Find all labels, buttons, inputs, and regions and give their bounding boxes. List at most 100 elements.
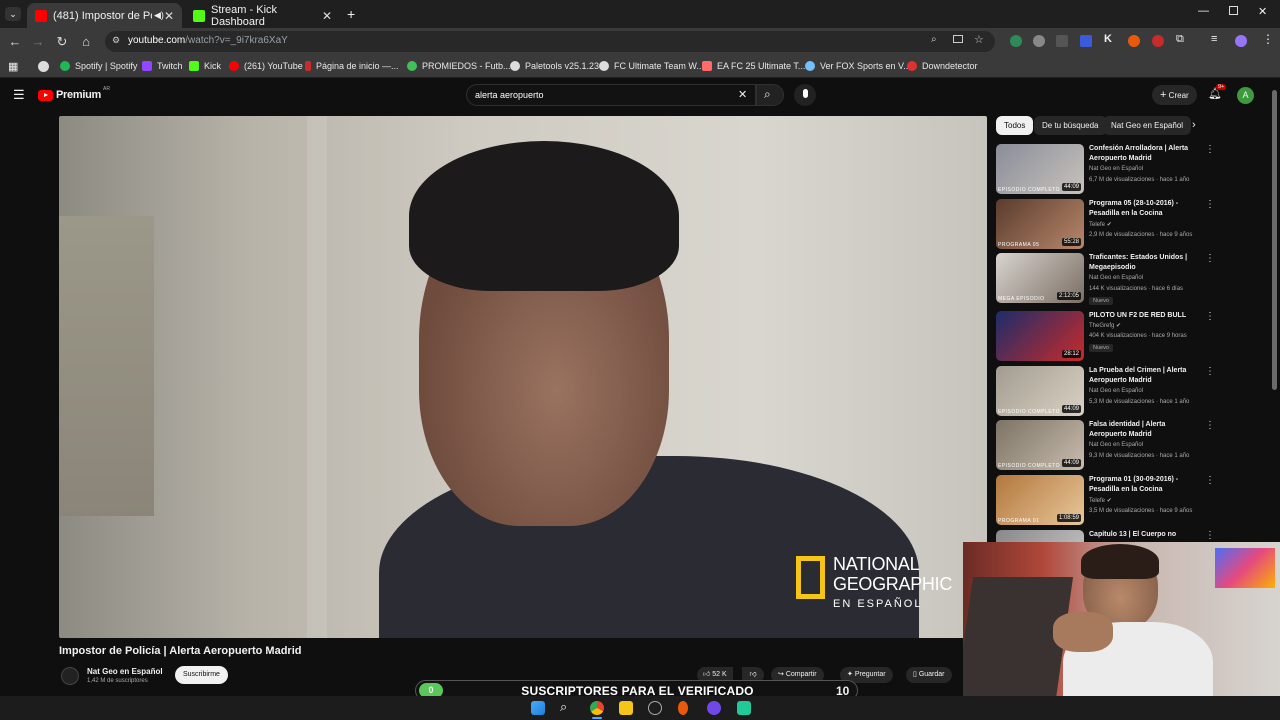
- bookmark-spotify[interactable]: Spotify | Spotify: [60, 61, 137, 71]
- more-options-icon[interactable]: ⋮: [1205, 199, 1215, 210]
- reload-icon[interactable]: ↻: [54, 34, 70, 50]
- tab-kick[interactable]: Stream - Kick Dashboard ✕: [185, 3, 340, 28]
- bookmark-downdetector[interactable]: Downdetector: [907, 61, 978, 71]
- recommendation-item[interactable]: MEGA EPISODIO 2:12:05 Traficantes: Estados…: [996, 253, 1215, 305]
- extension-k-icon[interactable]: K: [1104, 33, 1112, 45]
- recommendation-item[interactable]: PROGRAMA 01 1:08:59 Programa 01 (30-09-201…: [996, 475, 1215, 527]
- close-tab-icon[interactable]: ✕: [164, 9, 174, 23]
- extension-box-icon[interactable]: [1056, 35, 1068, 47]
- new-tab-button[interactable]: +: [347, 6, 355, 22]
- recommendation-title[interactable]: Confesión Arrolladora | Alerta Aeropuert…: [1089, 144, 1199, 164]
- extension-red-icon[interactable]: [1152, 35, 1164, 47]
- bookmark-inicio[interactable]: Página de inicio —...: [305, 61, 399, 71]
- recommendation-item[interactable]: 28:12 PILOTO UN F2 DE RED BULL TheGrefg ✔ 4…: [996, 311, 1215, 363]
- recommendation-item[interactable]: PROGRAMA 05 55:28 Programa 05 (28-10-2016)…: [996, 199, 1215, 251]
- video-thumbnail[interactable]: 28:12: [996, 311, 1084, 361]
- forward-icon[interactable]: →: [30, 34, 46, 49]
- chevron-right-icon[interactable]: ›: [1192, 119, 1196, 131]
- extension-counter-icon[interactable]: [1080, 35, 1092, 47]
- home-icon[interactable]: ⌂: [78, 34, 94, 49]
- back-icon[interactable]: ←: [7, 34, 23, 49]
- recommendation-title[interactable]: PILOTO UN F2 DE RED BULL: [1089, 311, 1199, 321]
- bookmark-star-icon[interactable]: ☆: [974, 33, 984, 46]
- more-options-icon[interactable]: ⋮: [1205, 366, 1215, 377]
- more-options-icon[interactable]: ⋮: [1205, 420, 1215, 431]
- discord-icon[interactable]: [737, 701, 751, 715]
- browser-menu-icon[interactable]: ⋮: [1262, 32, 1274, 46]
- video-player[interactable]: NATIONAL GEOGRAPHIC EN ESPAÑOL: [59, 116, 987, 638]
- video-thumbnail[interactable]: PROGRAMA 05 55:28: [996, 199, 1084, 249]
- file-explorer-icon[interactable]: [619, 701, 633, 715]
- close-window-button[interactable]: ✕: [1258, 5, 1267, 18]
- more-options-icon[interactable]: ⋮: [1205, 311, 1215, 322]
- video-thumbnail[interactable]: PROGRAMA 01 1:08:59: [996, 475, 1084, 525]
- bookmark-twitch[interactable]: Twitch: [142, 61, 183, 71]
- recommendation-channel[interactable]: Nat Geo en Español: [1089, 442, 1143, 448]
- clear-search-icon[interactable]: ✕: [738, 88, 747, 101]
- recommendation-item[interactable]: EPISODIO COMPLETO 44:09 Confesión Arrollad…: [996, 144, 1215, 196]
- tab-youtube[interactable]: (481) Impostor de Policía | A ◀) ✕: [27, 3, 182, 28]
- save-button[interactable]: ▯ Guardar: [906, 667, 952, 683]
- bookmark-paletools[interactable]: Paletools v25.1.23: [510, 61, 599, 71]
- zoom-icon[interactable]: ⌕: [931, 34, 937, 45]
- subscribe-button[interactable]: Suscribirme: [175, 666, 228, 684]
- bookmark-kick[interactable]: Kick: [189, 61, 221, 71]
- extensions-puzzle-icon[interactable]: ⧉: [1176, 33, 1184, 46]
- more-options-icon[interactable]: ⋮: [1205, 530, 1215, 541]
- bookmark-ea-fc[interactable]: EA FC 25 Ultimate T...: [702, 61, 805, 71]
- recommendation-channel[interactable]: Nat Geo en Español: [1089, 275, 1143, 281]
- more-options-icon[interactable]: ⋮: [1205, 475, 1215, 486]
- maximize-button[interactable]: [1229, 6, 1238, 15]
- recommendation-channel[interactable]: Telefe ✔: [1089, 497, 1112, 504]
- recommendation-channel[interactable]: Nat Geo en Español: [1089, 388, 1143, 394]
- channel-name[interactable]: Nat Geo en Español: [87, 667, 163, 676]
- video-thumbnail[interactable]: EPISODIO COMPLETO 44:09: [996, 366, 1084, 416]
- bookmark-promiedos[interactable]: PROMIEDOS - Futb...: [407, 61, 511, 71]
- recommendation-item[interactable]: EPISODIO COMPLETO 44:09 Falsa identidad | …: [996, 420, 1215, 472]
- recommendation-title[interactable]: Programa 01 (30-09-2016) - Pesadilla en …: [1089, 475, 1199, 495]
- site-info-icon[interactable]: ⚙: [112, 35, 120, 46]
- extension-globe-icon[interactable]: [1033, 35, 1045, 47]
- recommendation-title[interactable]: Falsa identidad | Alerta Aeropuerto Madr…: [1089, 420, 1199, 440]
- more-options-icon[interactable]: ⋮: [1205, 144, 1215, 155]
- reading-list-icon[interactable]: ≡: [1211, 33, 1217, 45]
- video-thumbnail[interactable]: EPISODIO COMPLETO 44:09: [996, 420, 1084, 470]
- scrollbar[interactable]: [1272, 90, 1277, 390]
- windows-start-icon[interactable]: [531, 701, 545, 715]
- recommendation-channel[interactable]: Nat Geo en Español: [1089, 166, 1143, 172]
- recommendation-title[interactable]: Capítulo 13 | El Cuerpo no: [1089, 530, 1199, 540]
- create-button[interactable]: + Crear: [1152, 85, 1197, 105]
- bookmark-fc-ut[interactable]: FC Ultimate Team W...: [599, 61, 704, 71]
- bookmark-fox-sports[interactable]: Ver FOX Sports en V...: [805, 61, 911, 71]
- video-thumbnail[interactable]: EPISODIO COMPLETO 44:09: [996, 144, 1084, 194]
- microphone-app-icon[interactable]: [678, 701, 688, 715]
- search-taskbar-icon[interactable]: ⌕: [560, 699, 567, 715]
- recommendation-channel[interactable]: TheGrefg ✔: [1089, 322, 1121, 329]
- apps-grid-icon[interactable]: ▦: [8, 60, 18, 73]
- recommendation-item[interactable]: EPISODIO COMPLETO 44:09 La Prueba del Crim…: [996, 366, 1215, 418]
- bookmark-youtube[interactable]: (261) YouTube: [229, 61, 303, 71]
- tab-list-button[interactable]: ⌄: [5, 7, 21, 21]
- recommendation-title[interactable]: Traficantes: Estados Unidos | Megaepisod…: [1089, 253, 1199, 273]
- bookmark-generic-icon[interactable]: [38, 61, 49, 72]
- voice-search-button[interactable]: [794, 84, 816, 106]
- extension-fire-icon[interactable]: [1128, 35, 1140, 47]
- cast-icon[interactable]: [953, 35, 963, 43]
- chip-nat-geo[interactable]: Nat Geo en Español: [1103, 116, 1192, 135]
- close-tab-icon[interactable]: ✕: [322, 9, 332, 23]
- chip-todos[interactable]: Todos: [996, 116, 1034, 135]
- recommendation-title[interactable]: Programa 05 (28-10-2016) - Pesadilla en …: [1089, 199, 1199, 219]
- extension-shield-icon[interactable]: [1010, 35, 1022, 47]
- profile-avatar-icon[interactable]: [1235, 35, 1247, 47]
- recommendation-title[interactable]: La Prueba del Crimen | Alerta Aeropuerto…: [1089, 366, 1199, 386]
- speaker-icon[interactable]: ◀): [154, 10, 164, 21]
- search-button[interactable]: ⌕: [756, 84, 784, 106]
- hamburger-menu-icon[interactable]: ☰: [13, 87, 25, 103]
- more-options-icon[interactable]: ⋮: [1205, 253, 1215, 264]
- channel-avatar[interactable]: [61, 667, 79, 685]
- address-bar[interactable]: ⚙ youtube.com/watch?v=_9i7kra6XaY ⌕ ☆: [105, 31, 995, 52]
- account-avatar[interactable]: A: [1237, 87, 1254, 104]
- search-input[interactable]: alerta aeropuerto ✕: [466, 84, 756, 106]
- chrome-taskbar-icon[interactable]: [590, 701, 604, 715]
- youtube-logo[interactable]: Premium AR: [38, 86, 110, 101]
